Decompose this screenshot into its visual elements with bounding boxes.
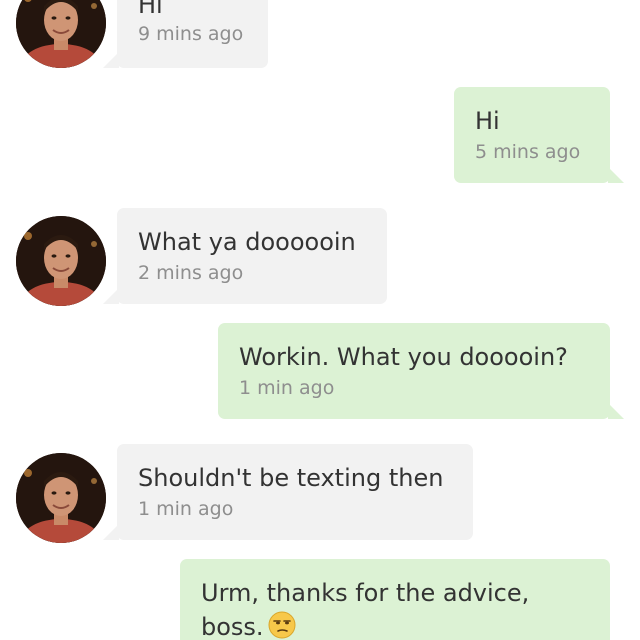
avatar-photo-icon	[16, 216, 106, 306]
message-bubble-incoming[interactable]: Shouldn't be texting then 1 min ago	[103, 444, 473, 540]
contact-avatar[interactable]	[16, 216, 106, 306]
message-timestamp: 9 mins ago	[138, 23, 244, 45]
message-text: Hi	[138, 0, 163, 19]
bubble-tail	[103, 52, 119, 68]
message-bubble-outgoing[interactable]: Workin. What you dooooin? 1 min ago	[218, 323, 624, 419]
message-text: Urm, thanks for the advice, boss.	[201, 579, 530, 640]
bubble-tail	[103, 288, 119, 304]
message-timestamp: 1 min ago	[239, 377, 335, 399]
message-text: Shouldn't be texting then	[138, 464, 444, 492]
avatar-photo-icon	[16, 453, 106, 543]
message-bubble-outgoing[interactable]: Urm, thanks for the advice, boss.	[180, 559, 610, 640]
bubble-tail	[608, 403, 624, 419]
message-text-wrapper: Urm, thanks for the advice, boss.	[201, 576, 589, 640]
message-bubble-incoming[interactable]: Hi 9 mins ago	[103, 0, 268, 68]
bubble-tail	[608, 167, 624, 183]
message-text: Workin. What you dooooin?	[239, 343, 568, 371]
bubble-tail	[103, 524, 119, 540]
unamused-face-icon	[268, 611, 296, 639]
contact-avatar[interactable]	[16, 453, 106, 543]
message-timestamp: 1 min ago	[138, 498, 234, 520]
message-timestamp: 5 mins ago	[475, 141, 581, 163]
avatar-photo-icon	[16, 0, 106, 68]
chat-thread[interactable]: Hi 9 mins ago Hi 5 mins ago What ya dooo…	[0, 0, 640, 640]
contact-avatar[interactable]	[16, 0, 106, 68]
message-text: What ya doooooin	[138, 228, 356, 256]
message-bubble-outgoing[interactable]: Hi 5 mins ago	[454, 87, 624, 183]
message-bubble-incoming[interactable]: What ya doooooin 2 mins ago	[103, 208, 387, 304]
message-text: Hi	[475, 107, 500, 135]
message-timestamp: 2 mins ago	[138, 262, 244, 284]
